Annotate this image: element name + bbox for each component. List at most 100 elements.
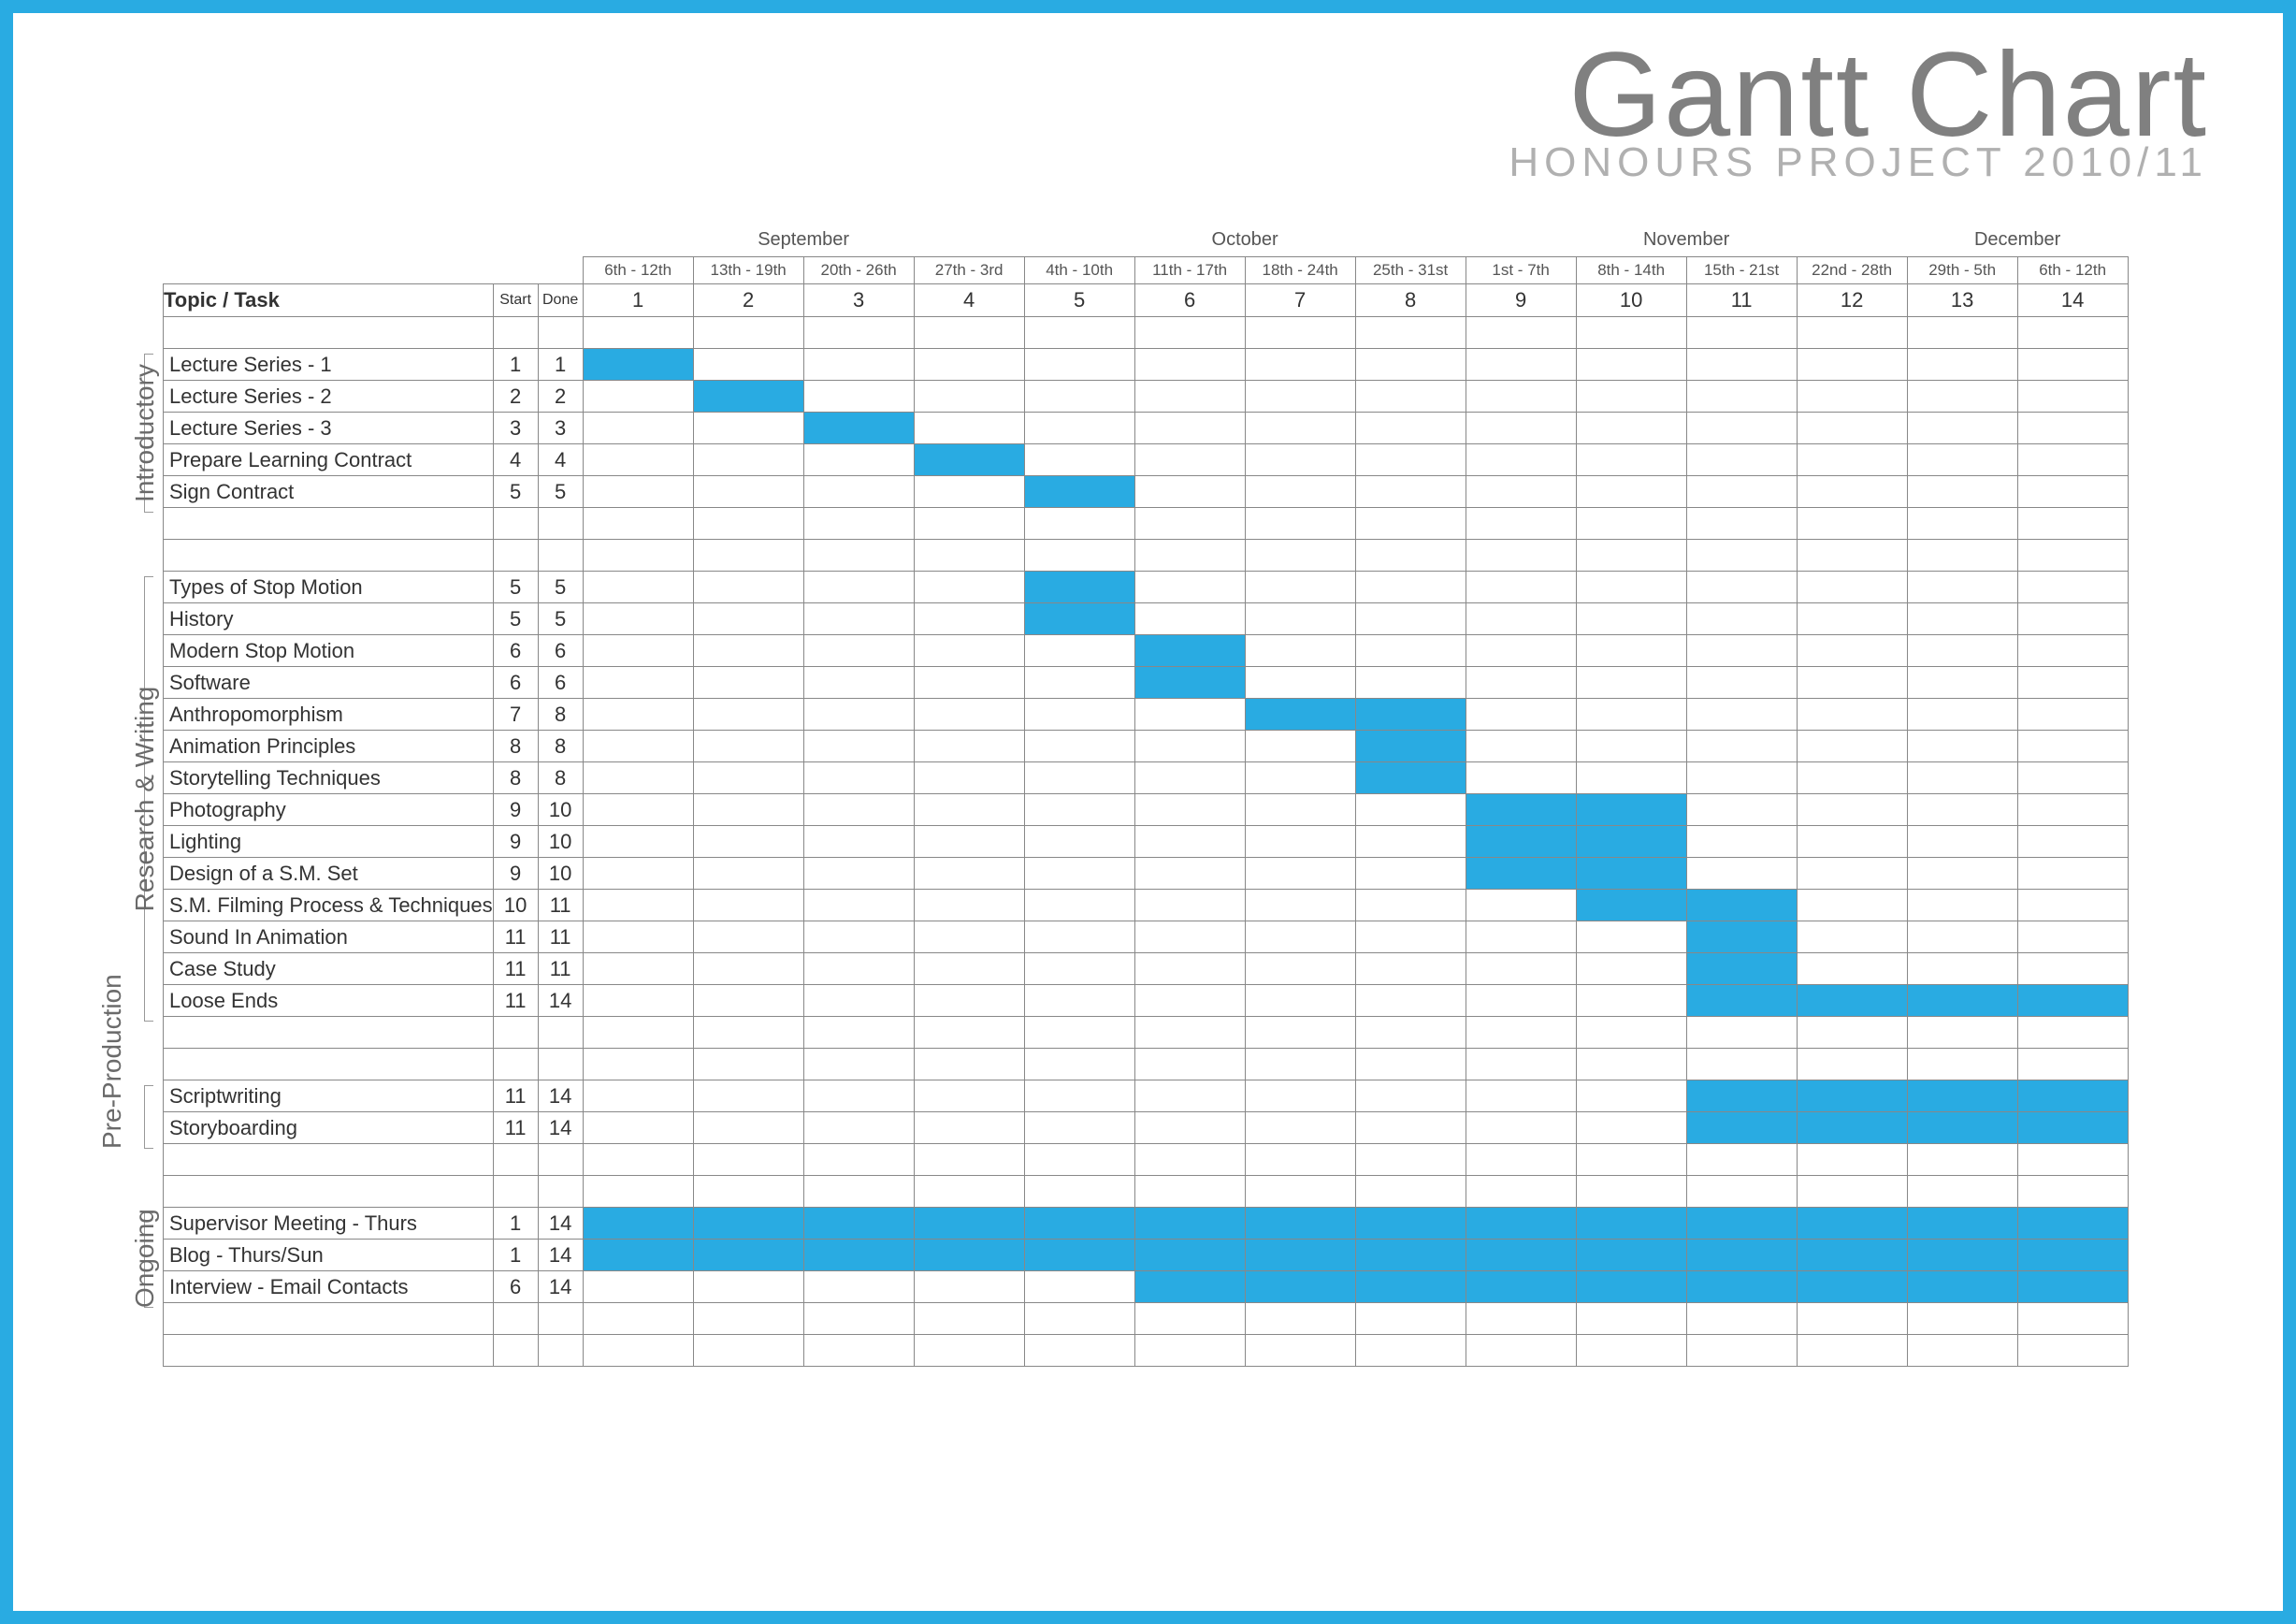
gantt-cell bbox=[1466, 1144, 1576, 1176]
gantt-cell bbox=[1907, 1303, 2017, 1335]
gantt-bar-cell bbox=[1907, 1208, 2017, 1240]
gantt-cell bbox=[2017, 349, 2128, 381]
gantt-bar-cell bbox=[1576, 1240, 1686, 1271]
gantt-cell bbox=[803, 444, 914, 476]
gantt-cell bbox=[803, 1335, 914, 1367]
done-week-cell bbox=[538, 1303, 583, 1335]
gantt-cell bbox=[1245, 413, 1355, 444]
table-row: Design of a S.M. Set910 bbox=[164, 858, 2129, 890]
gantt-bar-cell bbox=[2017, 1080, 2128, 1112]
gantt-cell bbox=[1797, 762, 1907, 794]
gantt-cell bbox=[1907, 635, 2017, 667]
gantt-cell bbox=[914, 413, 1024, 444]
table-row: Case Study1111 bbox=[164, 953, 2129, 985]
gantt-cell bbox=[1576, 381, 1686, 413]
gantt-cell bbox=[1245, 1112, 1355, 1144]
start-week-cell: 9 bbox=[493, 826, 538, 858]
done-week-cell: 14 bbox=[538, 1112, 583, 1144]
gantt-cell bbox=[1245, 731, 1355, 762]
task-name-cell bbox=[164, 1017, 494, 1049]
table-row: Types of Stop Motion55 bbox=[164, 572, 2129, 603]
gantt-cell bbox=[1355, 635, 1466, 667]
gantt-cell bbox=[2017, 1176, 2128, 1208]
task-name-cell: Modern Stop Motion bbox=[164, 635, 494, 667]
gantt-cell bbox=[693, 921, 803, 953]
gantt-bar-cell bbox=[1355, 1240, 1466, 1271]
table-row: Lecture Series - 333 bbox=[164, 413, 2129, 444]
gantt-cell bbox=[1355, 572, 1466, 603]
gantt-cell bbox=[1245, 1303, 1355, 1335]
gantt-cell bbox=[803, 1112, 914, 1144]
week-number-header: 2 bbox=[693, 284, 803, 317]
gantt-cell bbox=[1576, 317, 1686, 349]
gantt-cell bbox=[1355, 794, 1466, 826]
chart-title: Gantt Chart bbox=[51, 41, 2208, 149]
gantt-cell bbox=[1466, 953, 1576, 985]
start-week-cell bbox=[493, 1017, 538, 1049]
gantt-cell bbox=[1245, 444, 1355, 476]
gantt-cell bbox=[2017, 667, 2128, 699]
gantt-cell bbox=[1024, 762, 1134, 794]
done-week-cell: 8 bbox=[538, 699, 583, 731]
gantt-cell bbox=[1907, 953, 2017, 985]
gantt-cell bbox=[1797, 699, 1907, 731]
gantt-cell bbox=[1686, 858, 1797, 890]
done-week-cell: 6 bbox=[538, 667, 583, 699]
gantt-cell bbox=[1686, 444, 1797, 476]
gantt-cell bbox=[1355, 826, 1466, 858]
gantt-cell bbox=[914, 1017, 1024, 1049]
gantt-bar-cell bbox=[1686, 1271, 1797, 1303]
start-week-cell: 6 bbox=[493, 667, 538, 699]
gantt-cell bbox=[1134, 1112, 1245, 1144]
gantt-cell bbox=[803, 1049, 914, 1080]
gantt-cell bbox=[583, 1271, 693, 1303]
gantt-cell bbox=[914, 349, 1024, 381]
start-week-cell bbox=[493, 1335, 538, 1367]
gantt-cell bbox=[583, 985, 693, 1017]
gantt-cell bbox=[1134, 413, 1245, 444]
gantt-cell bbox=[1797, 1049, 1907, 1080]
gantt-cell bbox=[1576, 349, 1686, 381]
table-row: History55 bbox=[164, 603, 2129, 635]
week-number-header: 5 bbox=[1024, 284, 1134, 317]
done-week-cell: 11 bbox=[538, 921, 583, 953]
table-row: Lecture Series - 111 bbox=[164, 349, 2129, 381]
week-number-header: 9 bbox=[1466, 284, 1576, 317]
gantt-cell bbox=[1245, 540, 1355, 572]
start-week-cell: 5 bbox=[493, 572, 538, 603]
gantt-cell bbox=[693, 1112, 803, 1144]
gantt-cell bbox=[803, 317, 914, 349]
gantt-cell bbox=[1797, 921, 1907, 953]
gantt-cell bbox=[1797, 413, 1907, 444]
gantt-cell bbox=[693, 508, 803, 540]
task-name-cell: Photography bbox=[164, 794, 494, 826]
gantt-cell bbox=[1134, 731, 1245, 762]
gantt-cell bbox=[803, 635, 914, 667]
gantt-cell bbox=[803, 572, 914, 603]
task-name-cell: Storytelling Techniques bbox=[164, 762, 494, 794]
gantt-cell bbox=[803, 762, 914, 794]
gantt-cell bbox=[1686, 603, 1797, 635]
gantt-bar-cell bbox=[2017, 1271, 2128, 1303]
gantt-bar-cell bbox=[1134, 1240, 1245, 1271]
gantt-cell bbox=[2017, 603, 2128, 635]
gantt-cell bbox=[1245, 1080, 1355, 1112]
title-block: Gantt Chart HONOURS PROJECT 2010/11 bbox=[51, 41, 2208, 186]
start-week-cell: 11 bbox=[493, 1112, 538, 1144]
gantt-cell bbox=[914, 1271, 1024, 1303]
gantt-cell bbox=[2017, 317, 2128, 349]
gantt-cell bbox=[1024, 699, 1134, 731]
start-week-cell bbox=[493, 508, 538, 540]
gantt-cell bbox=[914, 317, 1024, 349]
gantt-cell bbox=[1907, 667, 2017, 699]
gantt-cell bbox=[1134, 794, 1245, 826]
start-week-cell bbox=[493, 317, 538, 349]
gantt-cell bbox=[1355, 381, 1466, 413]
gantt-cell bbox=[1355, 985, 1466, 1017]
gantt-cell bbox=[1134, 890, 1245, 921]
gantt-cell bbox=[1134, 540, 1245, 572]
start-week-cell: 1 bbox=[493, 1208, 538, 1240]
gantt-cell bbox=[1024, 1112, 1134, 1144]
gantt-cell bbox=[1355, 921, 1466, 953]
gantt-cell bbox=[583, 444, 693, 476]
